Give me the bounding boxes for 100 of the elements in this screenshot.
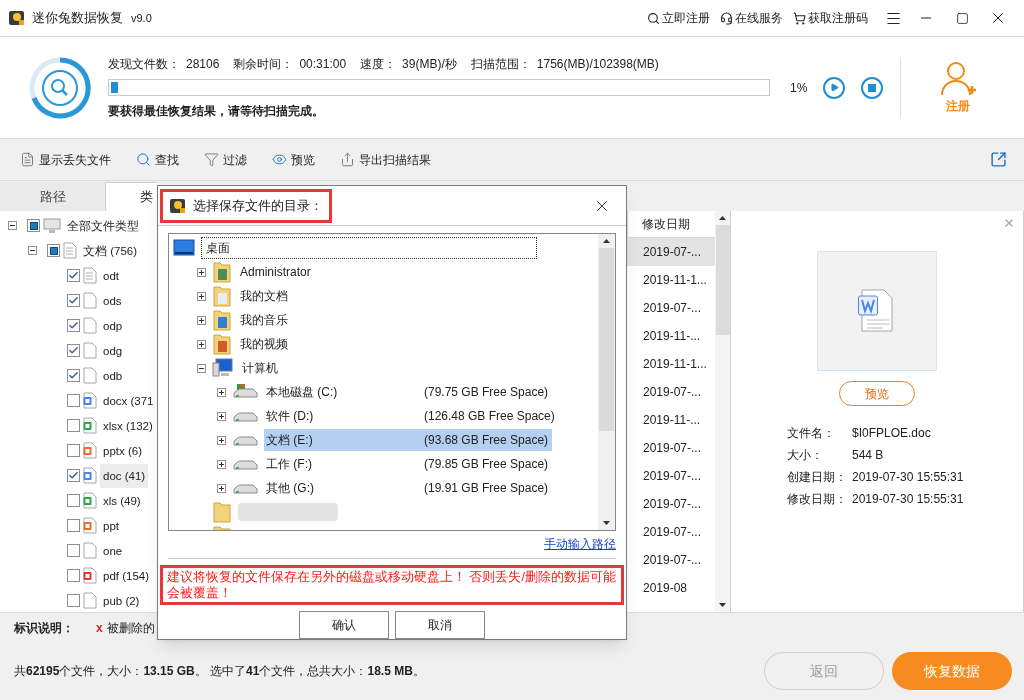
cart-icon — [793, 11, 806, 25]
expand-icon[interactable] — [217, 387, 226, 397]
toolbar-button[interactable]: 查找 — [136, 150, 179, 169]
file-type-item[interactable]: doc (41) — [100, 463, 149, 488]
expand-icon[interactable] — [217, 483, 226, 493]
column-header[interactable]: 修改日期 — [627, 211, 715, 238]
scroll-up-icon[interactable] — [603, 239, 610, 243]
stop-icon[interactable] — [868, 83, 877, 92]
title-link[interactable]: 在线服务 — [720, 9, 783, 27]
expand-icon[interactable] — [217, 411, 226, 421]
collapse-icon[interactable] — [8, 221, 17, 230]
scroll-down-icon[interactable] — [603, 521, 610, 525]
toolbar-button[interactable]: 导出扫描结果 — [340, 150, 431, 169]
scroll-down-icon[interactable] — [719, 603, 726, 607]
file-type-item[interactable]: ppt — [100, 513, 122, 538]
expand-icon[interactable] — [217, 435, 226, 445]
expand-icon[interactable] — [197, 339, 206, 349]
folder-tree-item[interactable]: 桌面 — [201, 237, 537, 259]
scan-stat: 剩余时间： 00:31:00 — [233, 56, 347, 73]
file-type-item[interactable]: odg — [100, 338, 126, 363]
file-type-item[interactable]: pub (2) — [100, 588, 143, 612]
manual-path-link[interactable]: 手动输入路径 — [544, 535, 616, 553]
toolbar-button[interactable]: 预览 — [272, 150, 315, 169]
progress-percent: 1% — [790, 79, 808, 97]
file-type-item[interactable]: docx (371 — [100, 388, 157, 413]
info-label: 修改日期： — [787, 491, 848, 508]
panel-tab[interactable]: 类 — [105, 182, 157, 211]
confirm-button[interactable]: 确认 — [299, 611, 389, 639]
file-type-item[interactable]: odb — [100, 363, 126, 388]
collapse-icon[interactable] — [28, 246, 37, 255]
file-type-item[interactable]: 全部文件类型 — [64, 213, 142, 238]
cancel-button[interactable]: 取消 — [395, 611, 485, 639]
folder-tree-item[interactable]: 文档 (E:) (93.68 GB Free Space) — [264, 429, 553, 451]
folder-tree-item[interactable]: 我的文档 — [238, 285, 290, 307]
info-label: 大小： — [787, 447, 824, 464]
date-cell[interactable]: 2019-07-... — [627, 238, 715, 266]
toolbar-button[interactable]: 显示丢失文件 — [20, 150, 111, 169]
colored-file-icon — [83, 492, 97, 509]
dialog-title: 选择保存文件的目录： — [193, 196, 323, 215]
scroll-thumb[interactable] — [599, 248, 614, 431]
scrollbar[interactable] — [598, 234, 615, 530]
checkbox[interactable] — [67, 394, 80, 407]
folder-item-icon — [212, 333, 232, 355]
file-type-item[interactable]: ods — [100, 288, 125, 313]
checkbox[interactable] — [67, 269, 80, 282]
collapse-icon[interactable] — [197, 363, 206, 373]
title-link[interactable]: 获取注册码 — [793, 9, 868, 27]
checkbox[interactable] — [47, 244, 60, 257]
scroll-thumb[interactable] — [715, 225, 730, 335]
checkbox[interactable] — [67, 294, 80, 307]
expand-icon[interactable] — [197, 291, 206, 301]
checkbox[interactable] — [67, 594, 80, 607]
file-type-item[interactable]: one — [100, 538, 126, 563]
scroll-up-icon[interactable] — [719, 216, 726, 220]
title-link[interactable]: 立即注册 — [647, 9, 710, 27]
file-type-item[interactable]: odt — [100, 263, 122, 288]
scan-stat: 发现文件数： 28106 — [108, 56, 220, 73]
toolbar-button[interactable]: 过滤 — [204, 150, 247, 169]
checkbox[interactable] — [67, 544, 80, 557]
checkbox[interactable] — [67, 569, 80, 582]
file-type-item[interactable]: odp — [100, 313, 126, 338]
scrollbar[interactable] — [715, 211, 730, 612]
folder-tree-item[interactable]: 其他 (G:) (19.91 GB Free Space) — [264, 477, 553, 499]
checkbox[interactable] — [67, 519, 80, 532]
export-button[interactable] — [988, 149, 1008, 170]
expand-icon[interactable] — [217, 459, 226, 469]
file-icon — [63, 242, 77, 259]
play-icon[interactable] — [830, 83, 840, 92]
info-label: 创建日期： — [787, 469, 848, 486]
expand-icon[interactable] — [197, 315, 206, 325]
expand-icon[interactable] — [197, 267, 206, 277]
folder-tree-item[interactable]: 工作 (F:) (79.85 GB Free Space) — [264, 453, 553, 475]
folder-tree-item[interactable]: 本地磁盘 (C:) (79.75 GB Free Space) — [264, 381, 553, 403]
file-type-item[interactable]: 文档 (756) — [80, 238, 141, 263]
info-label: 文件名： — [787, 425, 836, 442]
checkbox[interactable] — [27, 219, 40, 232]
folder-tree-item[interactable]: 我的音乐 — [238, 309, 290, 331]
file-icon — [83, 317, 97, 334]
resume-button[interactable] — [823, 76, 846, 99]
deleted-mark: x — [96, 619, 103, 637]
checkbox[interactable] — [67, 369, 80, 382]
folder-tree-item[interactable]: Administrator — [238, 261, 313, 283]
checkbox[interactable] — [67, 494, 80, 507]
checkbox[interactable] — [67, 344, 80, 357]
checkbox[interactable] — [67, 469, 80, 482]
panel-tab[interactable]: 路径 — [0, 182, 105, 211]
checkbox[interactable] — [67, 444, 80, 457]
checkbox[interactable] — [67, 319, 80, 332]
file-type-item[interactable]: xlsx (132) — [100, 413, 156, 438]
maximize-icon[interactable] — [955, 11, 969, 25]
file-type-item[interactable]: pdf (154) — [100, 563, 153, 588]
file-type-item[interactable]: xls (49) — [100, 488, 144, 513]
folder-tree-item[interactable]: 我的视频 — [238, 333, 290, 355]
scan-stat: 扫描范围： 1756(MB)/102398(MB) — [470, 56, 659, 73]
checkbox[interactable] — [67, 419, 80, 432]
desktop-icon — [173, 239, 195, 257]
file-type-item[interactable]: pptx (6) — [100, 438, 145, 463]
folder-tree-item[interactable]: 软件 (D:) (126.48 GB Free Space) — [264, 405, 559, 427]
folder-tree-item[interactable]: 计算机 — [240, 357, 280, 379]
stop-button[interactable] — [861, 76, 884, 99]
